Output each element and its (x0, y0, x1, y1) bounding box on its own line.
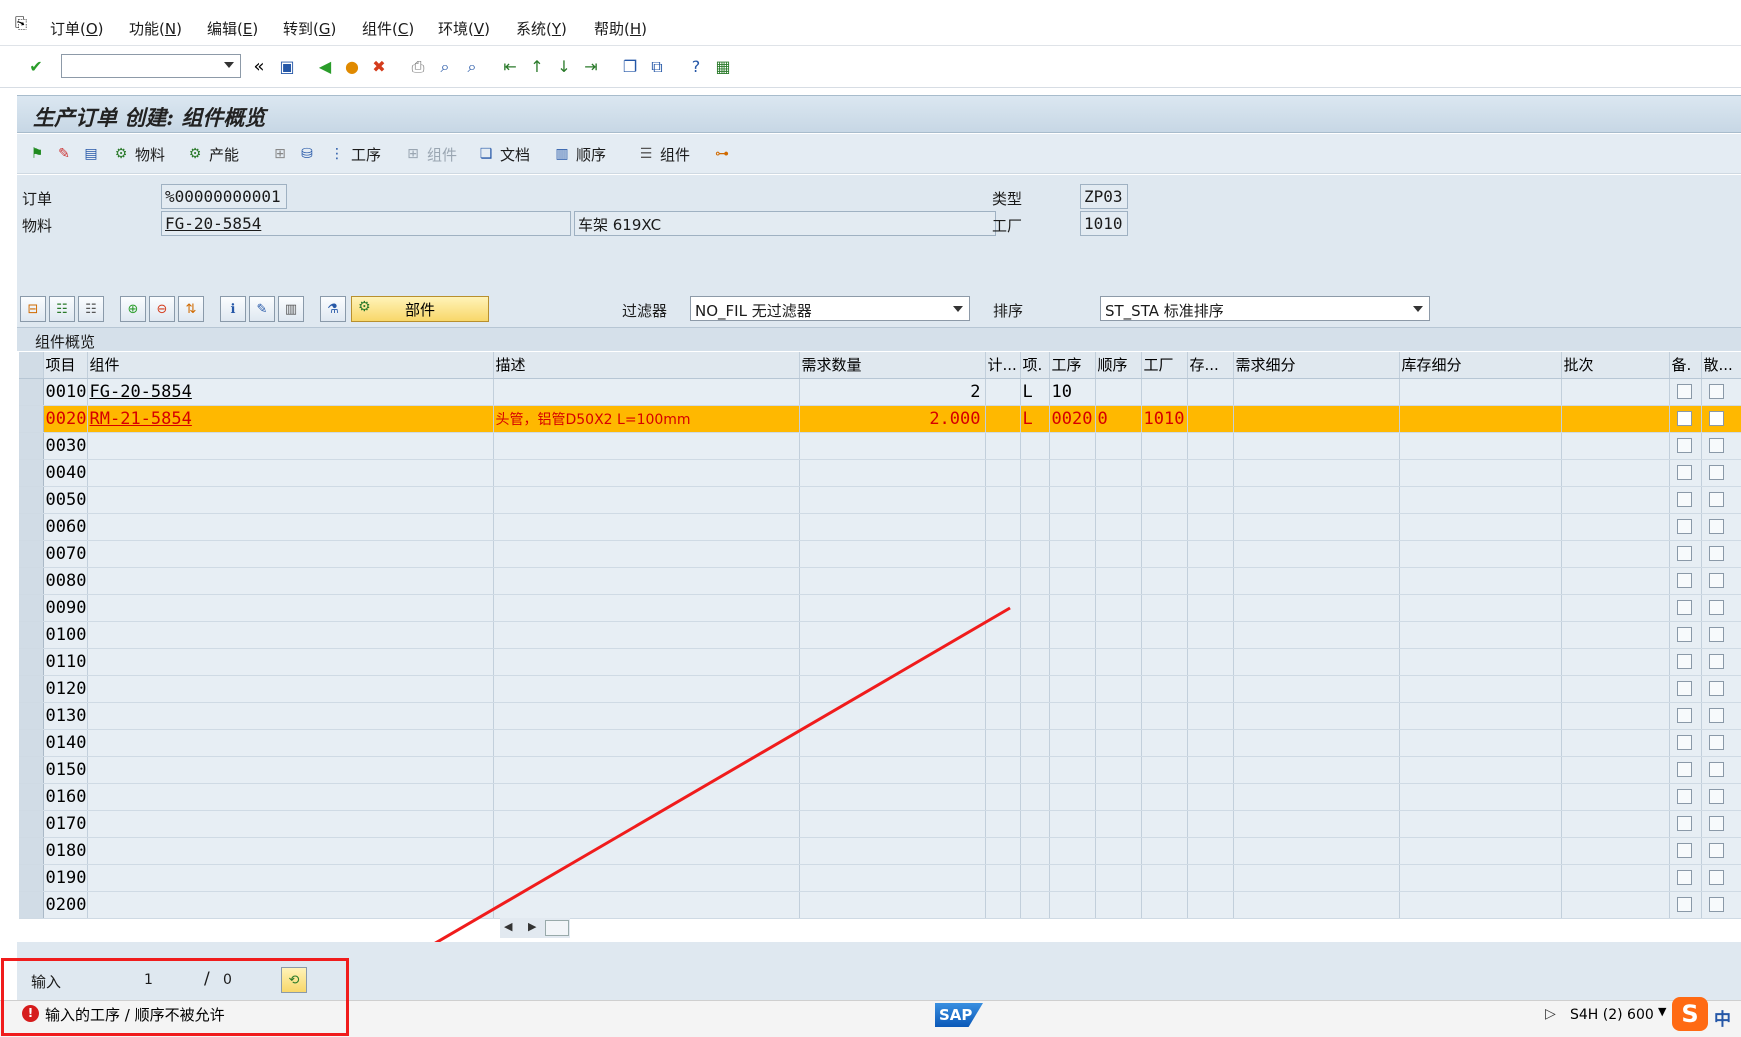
horizontal-scrollbar[interactable]: ◀ ▶ (500, 918, 570, 938)
annotation-highlight-box (1, 958, 349, 1036)
system-dropdown-icon[interactable]: ▼ (1658, 1005, 1666, 1018)
system-info[interactable]: S4H (2) 600 (1570, 1007, 1654, 1023)
scroll-left-icon[interactable]: ◀ (504, 920, 512, 933)
sogou-ime-icon[interactable]: S (1672, 997, 1708, 1031)
ime-mode[interactable]: 中 (1714, 1005, 1731, 1030)
play-icon[interactable]: ▷ (1545, 1006, 1556, 1022)
sap-logo: SAP (935, 1003, 983, 1027)
scroll-right-icon[interactable]: ▶ (528, 920, 536, 933)
scroll-handle[interactable] (545, 920, 569, 936)
annotation-arrow (358, 606, 1011, 988)
